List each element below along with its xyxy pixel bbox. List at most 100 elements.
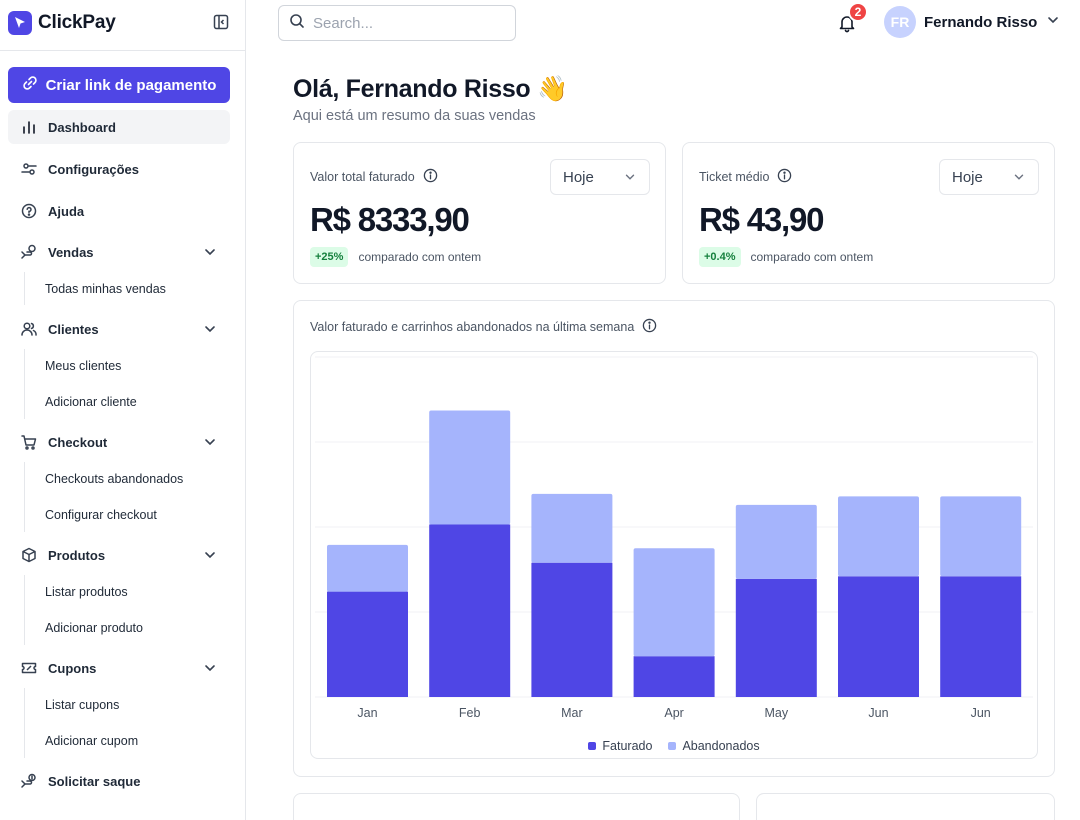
sidebar-item-clientes[interactable]: Clientes (8, 312, 230, 346)
chevron-down-icon (1045, 12, 1061, 33)
ticket-icon (20, 659, 38, 677)
chevron-down-icon (623, 170, 637, 184)
submenu-item-meus-clientes[interactable]: Meus clientes (45, 357, 121, 375)
chevron-down-icon[interactable] (202, 321, 218, 337)
delta-badge: +25% (310, 247, 349, 267)
period-select[interactable]: Hoje (550, 159, 650, 195)
info-icon[interactable] (642, 318, 657, 336)
submenu-line (24, 349, 25, 419)
sidebar-item-cupons[interactable]: Cupons (8, 651, 230, 685)
sidebar-item-label: Checkout (48, 434, 108, 450)
stat-card-value: R$ 43,90 (699, 201, 825, 238)
stacked-bar-chart: Jan Feb Mar Apr May Jun Jun (315, 356, 1033, 720)
x-tick-label: Jun (971, 706, 991, 720)
sidebar-item-label: Clientes (48, 321, 99, 337)
chart-container: Jan Feb Mar Apr May Jun Jun Faturado Abandonad… (310, 351, 1038, 759)
submenu-item-listar-cupons[interactable]: Listar cupons (45, 696, 119, 714)
search-icon (289, 13, 305, 34)
page-subtitle: Aqui está um resumo da suas vendas (293, 108, 536, 124)
submenu-line (24, 688, 25, 758)
chart-card: Valor faturado e carrinhos abandonados n… (293, 300, 1055, 777)
bar-faturado-1[interactable] (429, 524, 511, 697)
chevron-down-icon[interactable] (202, 547, 218, 563)
period-select-value: Hoje (563, 168, 594, 186)
submenu-item-adicionar-produto[interactable]: Adicionar produto (45, 619, 143, 637)
period-select[interactable]: Hoje (939, 159, 1039, 195)
bar-abandonados-2[interactable] (531, 493, 613, 563)
chart-title: Valor faturado e carrinhos abandonados n… (310, 318, 657, 336)
brand-name: ClickPay (38, 12, 116, 33)
sidebar-item-configuracoes[interactable]: Configurações (8, 152, 230, 186)
bar-abandonados-5[interactable] (838, 496, 919, 577)
search-box[interactable] (278, 5, 516, 41)
sidebar-item-label: Solicitar saque (48, 773, 141, 789)
bar-faturado-3[interactable] (633, 656, 715, 697)
create-payment-link-button[interactable]: Criar link de pagamento (8, 67, 230, 103)
bar-faturado-0[interactable] (327, 591, 408, 697)
stat-card-label-text: Ticket médio (699, 170, 770, 184)
compare-text: comparado com ontem (358, 250, 482, 264)
bar-abandonados-6[interactable] (940, 496, 1022, 577)
legend-label: Abandonados (682, 739, 760, 753)
bottom-card-right (756, 793, 1055, 820)
search-input[interactable] (313, 14, 503, 32)
stat-card-delta: +0.4% comparado com ontem (699, 247, 873, 267)
x-tick-label: Apr (664, 706, 683, 720)
submenu-line (24, 462, 25, 532)
x-tick-label: Mar (561, 706, 583, 720)
bar-abandonados-1[interactable] (429, 410, 511, 525)
stat-card-label-text: Valor total faturado (310, 170, 415, 184)
submenu-item-adicionar-cupom[interactable]: Adicionar cupom (45, 732, 138, 750)
brand[interactable]: ClickPay (8, 10, 116, 36)
bar-abandonados-4[interactable] (735, 504, 817, 579)
submenu-item-checkouts-abandonados[interactable]: Checkouts abandonados (45, 470, 183, 488)
sidebar-collapse-icon[interactable] (212, 13, 230, 31)
submenu-item-adicionar-cliente[interactable]: Adicionar cliente (45, 393, 137, 411)
bottom-card-left (293, 793, 740, 820)
sidebar-item-checkout[interactable]: Checkout (8, 425, 230, 459)
page-title: Olá, Fernando Risso 👋 (293, 75, 568, 103)
chevron-down-icon (1012, 170, 1026, 184)
sidebar-item-label: Produtos (48, 547, 106, 563)
bar-faturado-5[interactable] (838, 576, 919, 697)
create-payment-link-label: Criar link de pagamento (45, 76, 217, 94)
avatar: FR (884, 6, 916, 38)
stat-card-total-revenue: Valor total faturado Hoje R$ 8333,90 +25… (293, 142, 666, 284)
x-tick-label: Jan (357, 706, 377, 720)
sidebar-item-produtos[interactable]: Produtos (8, 538, 230, 572)
legend-item-abandonados[interactable]: Abandonados (668, 739, 760, 753)
sidebar-item-label: Dashboard (48, 119, 116, 135)
info-icon[interactable] (777, 168, 792, 186)
sidebar-item-label: Configurações (48, 161, 140, 177)
link-icon (22, 75, 38, 95)
sidebar-item-dashboard[interactable]: Dashboard (8, 110, 230, 144)
submenu-item-listar-produtos[interactable]: Listar produtos (45, 583, 128, 601)
submenu-item-configurar-checkout[interactable]: Configurar checkout (45, 506, 157, 524)
bar-abandonados-3[interactable] (633, 548, 715, 657)
user-name: Fernando Risso (924, 13, 1038, 31)
sliders-icon (20, 160, 38, 178)
sidebar-item-label: Ajuda (48, 203, 85, 219)
bar-faturado-2[interactable] (531, 562, 613, 697)
bar-faturado-6[interactable] (940, 576, 1022, 697)
stat-card-label: Valor total faturado (310, 168, 438, 186)
chevron-down-icon[interactable] (202, 660, 218, 676)
sidebar-item-label: Cupons (48, 660, 97, 676)
bar-faturado-4[interactable] (735, 578, 817, 697)
user-menu[interactable]: FR Fernando Risso (884, 6, 1061, 38)
submenu-item-todas-vendas[interactable]: Todas minhas vendas (45, 280, 166, 298)
info-icon[interactable] (423, 168, 438, 186)
chevron-down-icon[interactable] (202, 434, 218, 450)
sidebar-item-ajuda[interactable]: Ajuda (8, 194, 230, 228)
legend-item-faturado[interactable]: Faturado (588, 739, 652, 753)
sidebar-item-solicitar-saque[interactable]: Solicitar saque (8, 764, 230, 798)
chart-legend: Faturado Abandonados (311, 739, 1037, 753)
bar-abandonados-0[interactable] (327, 544, 408, 592)
sidebar-item-label: Vendas (48, 244, 94, 260)
sidebar-item-vendas[interactable]: Vendas (8, 235, 230, 269)
chevron-down-icon[interactable] (202, 244, 218, 260)
cursor-logo-icon (8, 11, 32, 35)
legend-swatch (588, 742, 597, 750)
legend-swatch (668, 742, 677, 750)
bar-chart-icon (20, 118, 38, 136)
